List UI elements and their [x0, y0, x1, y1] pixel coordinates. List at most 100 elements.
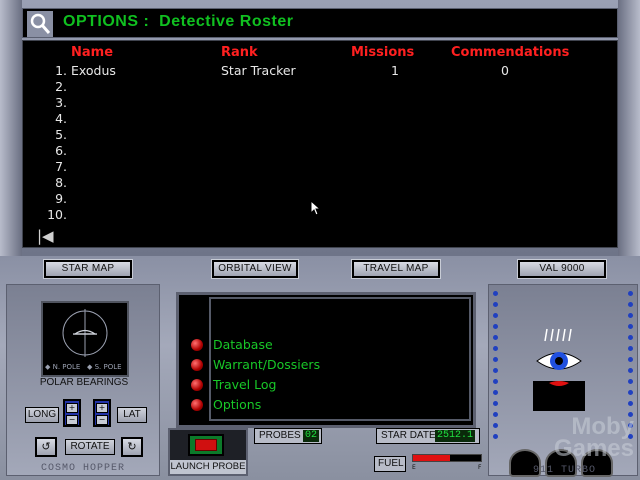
row-name: Exodus	[71, 63, 116, 78]
rivet-icon	[493, 313, 498, 318]
polar-bearings-label: POLAR BEARINGS	[39, 377, 129, 388]
database-led[interactable]	[191, 339, 203, 351]
long-label: LONG	[25, 407, 59, 423]
rivet-icon	[628, 368, 633, 373]
row-number: 6.	[55, 143, 67, 158]
rivet-icon	[493, 379, 498, 384]
fuel-empty-mark: E	[412, 464, 416, 471]
rivet-icon	[628, 357, 633, 362]
rivet-icon	[493, 368, 498, 373]
polar-bearings-display: ◆ N. POLE ◆ S. POLE	[41, 301, 129, 377]
fuel-gauge	[412, 454, 482, 462]
travel-log-led[interactable]	[191, 379, 203, 391]
rivet-icon	[628, 313, 633, 318]
val-9000-face-icon[interactable]	[533, 325, 585, 417]
rivet-icon	[628, 302, 633, 307]
row-number: 3.	[55, 95, 67, 110]
rivet-icon	[493, 346, 498, 351]
rivet-icon	[628, 390, 633, 395]
launch-probe-label: LAUNCH PROBE	[170, 460, 246, 474]
launch-probe-panel: LAUNCH PROBE	[168, 428, 248, 476]
rivet-icon	[628, 324, 633, 329]
cosmo-hopper-brand: COSMO HOPPER	[41, 463, 126, 474]
row-number: 7.	[55, 159, 67, 174]
options-led[interactable]	[191, 399, 203, 411]
orbital-view-button[interactable]: ORBITAL VIEW	[211, 259, 299, 279]
rivet-icon	[493, 423, 498, 428]
fuel-label: FUEL	[374, 456, 406, 472]
row-number: 1.	[55, 63, 67, 78]
roster-window: OPTIONS : Detective Roster Name Rank Mis…	[0, 0, 640, 256]
menu-item-options[interactable]: Options	[213, 397, 261, 412]
latitude-stepper[interactable]: + −	[93, 399, 111, 427]
rivet-icon	[493, 412, 498, 417]
s-pole-label: ◆ S. POLE	[87, 363, 122, 371]
row-number: 2.	[55, 79, 67, 94]
lat-label: LAT	[117, 407, 147, 423]
row-commendations: 0	[501, 63, 509, 78]
rivet-icon	[493, 291, 498, 296]
column-header-missions: Missions	[351, 45, 415, 60]
rivet-icon	[493, 434, 498, 439]
row-number: 10.	[47, 207, 67, 222]
rivet-icon	[628, 291, 633, 296]
row-rank: Star Tracker	[221, 63, 296, 78]
table-row[interactable]: 7.	[47, 159, 607, 175]
n-pole-label: ◆ N. POLE	[45, 363, 81, 371]
rivet-icon	[628, 379, 633, 384]
travel-map-button[interactable]: TRAVEL MAP	[351, 259, 441, 279]
back-arrow-icon[interactable]: |◀	[37, 227, 54, 245]
911-turbo-brand: 911 TURBO	[533, 465, 597, 476]
star-date-readout: STAR DATE 2512.1	[376, 428, 480, 444]
launch-probe-button[interactable]	[188, 434, 224, 456]
mouse-cursor-icon	[310, 200, 322, 216]
cosmo-hopper-panel: ◆ N. POLE ◆ S. POLE POLAR BEARINGS LONG …	[6, 284, 160, 476]
rotate-label: ROTATE	[65, 439, 115, 455]
rivet-icon	[493, 401, 498, 406]
roster-table: Name Rank Missions Commendations 1. Exodu…	[22, 40, 618, 248]
table-row[interactable]: 6.	[47, 143, 607, 159]
row-number: 9.	[55, 191, 67, 206]
probes-value: 02	[303, 430, 320, 442]
title-bar: OPTIONS : Detective Roster	[22, 8, 618, 38]
rotate-left-button[interactable]: ↺	[35, 437, 57, 457]
rivet-icon	[493, 390, 498, 395]
rivet-icon	[493, 302, 498, 307]
rivet-icon	[628, 401, 633, 406]
column-header-commendations: Commendations	[451, 45, 570, 60]
table-row[interactable]: 3.	[47, 95, 607, 111]
table-row[interactable]: 8.	[47, 175, 607, 191]
table-row[interactable]: 10.	[47, 207, 607, 223]
warrant-led[interactable]	[191, 359, 203, 371]
table-row[interactable]: 2.	[47, 79, 607, 95]
column-header-rank: Rank	[221, 45, 258, 60]
longitude-stepper[interactable]: + −	[63, 399, 81, 427]
watermark: Moby Games	[553, 413, 634, 462]
rivet-icon	[493, 324, 498, 329]
rivet-icon	[493, 357, 498, 362]
menu-item-travel-log[interactable]: Travel Log	[213, 377, 276, 392]
row-missions: 1	[391, 63, 399, 78]
rivet-icon	[493, 335, 498, 340]
star-date-label: STAR DATE	[381, 430, 436, 441]
table-row[interactable]: 9.	[47, 191, 607, 207]
table-row[interactable]: 4.	[47, 111, 607, 127]
star-map-button[interactable]: STAR MAP	[43, 259, 133, 279]
search-icon[interactable]	[27, 11, 53, 37]
rotate-right-button[interactable]: ↻	[121, 437, 143, 457]
table-row[interactable]: 1. Exodus Star Tracker 1 0	[47, 63, 607, 79]
star-date-value: 2512.1	[435, 430, 476, 442]
menu-screen: Database Warrant/Dossiers Travel Log Opt…	[176, 292, 476, 428]
page-title: OPTIONS : Detective Roster	[63, 13, 294, 30]
table-row[interactable]: 5.	[47, 127, 607, 143]
probes-label: PROBES	[259, 430, 301, 441]
fuel-level	[413, 455, 451, 461]
rivet-icon	[628, 335, 633, 340]
row-number: 8.	[55, 175, 67, 190]
menu-item-warrant-dossiers[interactable]: Warrant/Dossiers	[213, 357, 320, 372]
menu-item-database[interactable]: Database	[213, 337, 273, 352]
control-console: STAR MAP ORBITAL VIEW TRAVEL MAP VAL 900…	[0, 256, 640, 480]
column-header-name: Name	[71, 45, 114, 60]
probes-readout: PROBES 02	[254, 428, 322, 444]
val-9000-button[interactable]: VAL 9000	[517, 259, 607, 279]
